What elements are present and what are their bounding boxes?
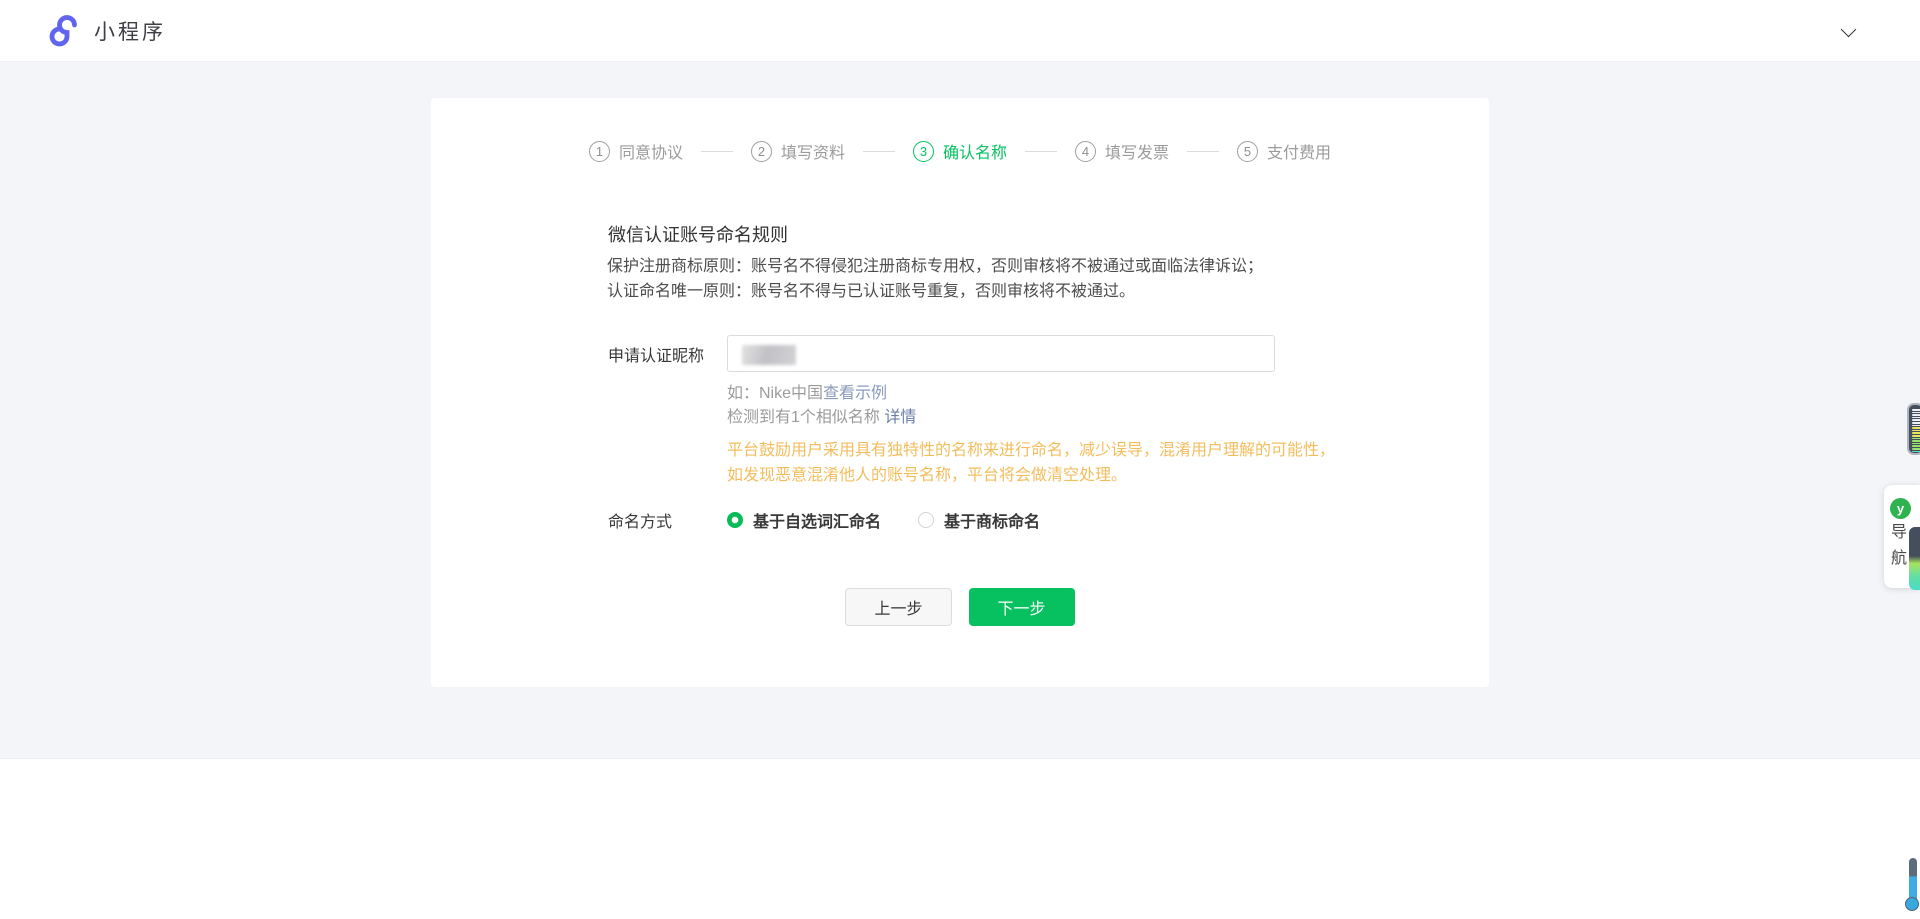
- radio-label: 基于自选词汇命名: [753, 508, 881, 532]
- radio-option-trademark[interactable]: 基于商标命名: [918, 508, 1040, 532]
- example-line: 如：Nike中国查看示例: [727, 382, 1489, 406]
- naming-warning: 平台鼓励用户采用具有独特性的名称来进行命名，减少误导，混淆用户理解的可能性， 如…: [727, 438, 1489, 488]
- actions-row: 上一步 下一步: [431, 588, 1489, 626]
- stepper-step-invoice[interactable]: 4 填写发票: [1075, 139, 1169, 163]
- nav-extension-logo-icon[interactable]: y: [1890, 498, 1911, 519]
- scroll-minimap-widget[interactable]: [1907, 403, 1920, 455]
- similar-line: 检测到有1个相似名称 详情: [727, 406, 1489, 430]
- stepper-separator: [701, 151, 733, 152]
- warning-line-1: 平台鼓励用户采用具有独特性的名称来进行命名，减少误导，混淆用户理解的可能性，: [727, 438, 1489, 463]
- stepper-step-info[interactable]: 2 填写资料: [751, 139, 845, 163]
- nav-label-char-1: 导: [1891, 524, 1907, 542]
- radio-label: 基于商标命名: [944, 508, 1040, 532]
- step-number: 3: [913, 141, 934, 162]
- example-prefix: 如：Nike中国: [727, 385, 823, 402]
- step-label: 同意协议: [619, 139, 683, 163]
- step-label: 确认名称: [943, 139, 1007, 163]
- rules-text: 保护注册商标原则：账号名不得侵犯注册商标专用权，否则审核将不被通过或面临法律诉讼…: [607, 254, 1489, 304]
- step-label: 支付费用: [1267, 139, 1331, 163]
- stepper-step-pay[interactable]: 5 支付费用: [1237, 139, 1331, 163]
- similar-text: 检测到有1个相似名称: [727, 409, 884, 426]
- view-example-link[interactable]: 查看示例: [823, 385, 887, 402]
- page-footer: [0, 758, 1920, 919]
- page-title: 小程序: [94, 16, 166, 46]
- page-progress-thermometer-bulb[interactable]: [1905, 897, 1919, 911]
- nickname-row: 申请认证昵称: [608, 335, 1489, 372]
- radio-option-custom-words[interactable]: 基于自选词汇命名: [727, 508, 881, 532]
- minimap-ticks: [1912, 409, 1920, 455]
- naming-method-label: 命名方式: [608, 508, 727, 532]
- warning-line-2: 如发现恶意混淆他人的账号名称，平台将会做清空处理。: [727, 463, 1489, 488]
- certification-card: 1 同意协议 2 填写资料 3 确认名称 4 填写发票 5 支付费用: [431, 98, 1489, 687]
- naming-method-row: 命名方式 基于自选词汇命名 基于商标命名: [608, 508, 1489, 532]
- prev-step-button[interactable]: 上一步: [845, 588, 951, 626]
- stepper: 1 同意协议 2 填写资料 3 确认名称 4 填写发票 5 支付费用: [431, 98, 1489, 163]
- stepper-separator: [1187, 151, 1219, 152]
- radio-unchecked-icon[interactable]: [918, 512, 934, 528]
- stepper-step-agree[interactable]: 1 同意协议: [589, 139, 683, 163]
- step-number: 2: [751, 141, 772, 162]
- step-number: 4: [1075, 141, 1096, 162]
- nickname-input[interactable]: [727, 335, 1275, 372]
- main-area: 1 同意协议 2 填写资料 3 确认名称 4 填写发票 5 支付费用: [0, 62, 1920, 758]
- stepper-separator: [1025, 151, 1057, 152]
- next-step-button[interactable]: 下一步: [969, 588, 1075, 626]
- step-label: 填写发票: [1105, 139, 1169, 163]
- stepper-separator: [863, 151, 895, 152]
- chevron-down-icon[interactable]: [1841, 22, 1857, 38]
- top-header: 小程序: [0, 0, 1920, 62]
- step-label: 填写资料: [781, 139, 845, 163]
- miniprogram-logo-icon: [45, 13, 81, 49]
- rule-line-trademark: 保护注册商标原则：账号名不得侵犯注册商标专用权，否则审核将不被通过或面临法律诉讼…: [607, 254, 1489, 279]
- step-number: 5: [1237, 141, 1258, 162]
- rule-line-unique: 认证命名唯一原则：账号名不得与已认证账号重复，否则审核将不被通过。: [607, 279, 1489, 304]
- nav-label-char-2: 航: [1891, 550, 1907, 568]
- nickname-help: 如：Nike中国查看示例 检测到有1个相似名称 详情 平台鼓励用户采用具有独特性…: [727, 382, 1489, 488]
- stepper-step-name-current[interactable]: 3 确认名称: [913, 139, 1007, 163]
- radio-checked-icon[interactable]: [727, 512, 743, 528]
- nickname-label: 申请认证昵称: [608, 342, 727, 366]
- detail-link[interactable]: 详情: [884, 409, 916, 426]
- nav-scroll-indicator[interactable]: [1909, 527, 1920, 590]
- rules-title: 微信认证账号命名规则: [608, 222, 1489, 248]
- input-redacted-text: [742, 345, 796, 365]
- step-number: 1: [589, 141, 610, 162]
